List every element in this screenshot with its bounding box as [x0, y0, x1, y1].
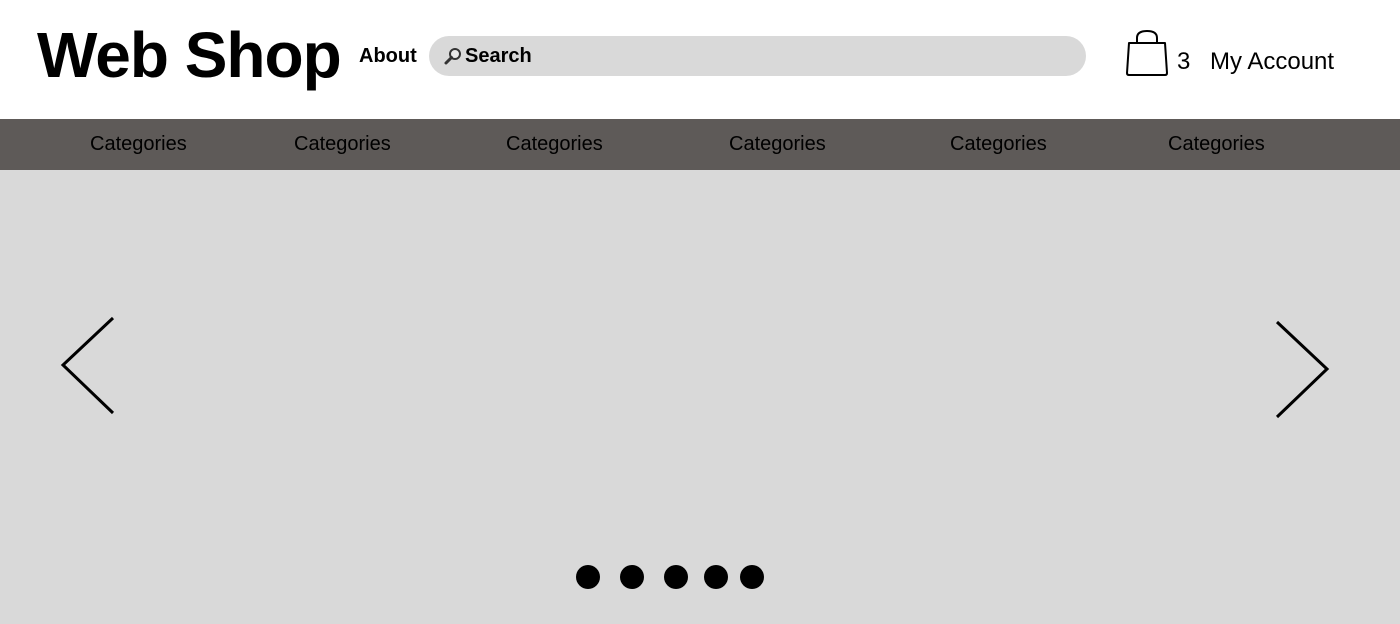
site-header: Web Shop About 3 My Account: [0, 0, 1400, 119]
carousel-dot[interactable]: [704, 565, 728, 589]
my-account-link[interactable]: My Account: [1210, 49, 1334, 75]
about-link[interactable]: About: [359, 44, 417, 68]
nav-item-categories[interactable]: Categories: [1168, 132, 1265, 156]
cart-button[interactable]: [1125, 29, 1169, 77]
hero-carousel: [0, 170, 1400, 624]
chevron-left-icon: [60, 316, 115, 415]
carousel-prev-button[interactable]: [58, 316, 118, 416]
site-logo[interactable]: Web Shop: [37, 17, 342, 93]
search-bar[interactable]: [429, 36, 1086, 76]
shopping-bag-icon: [1126, 29, 1168, 76]
carousel-dot[interactable]: [620, 565, 644, 589]
category-nav: Categories Categories Categories Categor…: [0, 119, 1400, 170]
nav-item-categories[interactable]: Categories: [950, 132, 1047, 156]
nav-item-categories[interactable]: Categories: [506, 132, 603, 156]
search-input[interactable]: [465, 41, 1065, 71]
chevron-right-icon: [1275, 320, 1330, 419]
nav-item-categories[interactable]: Categories: [90, 132, 187, 156]
nav-item-categories[interactable]: Categories: [729, 132, 826, 156]
carousel-dot[interactable]: [740, 565, 764, 589]
cart-count-badge: 3: [1177, 48, 1191, 75]
carousel-dot[interactable]: [664, 565, 688, 589]
nav-item-categories[interactable]: Categories: [294, 132, 391, 156]
carousel-dot[interactable]: [576, 565, 600, 589]
carousel-next-button[interactable]: [1272, 320, 1332, 420]
search-icon: [443, 46, 463, 66]
